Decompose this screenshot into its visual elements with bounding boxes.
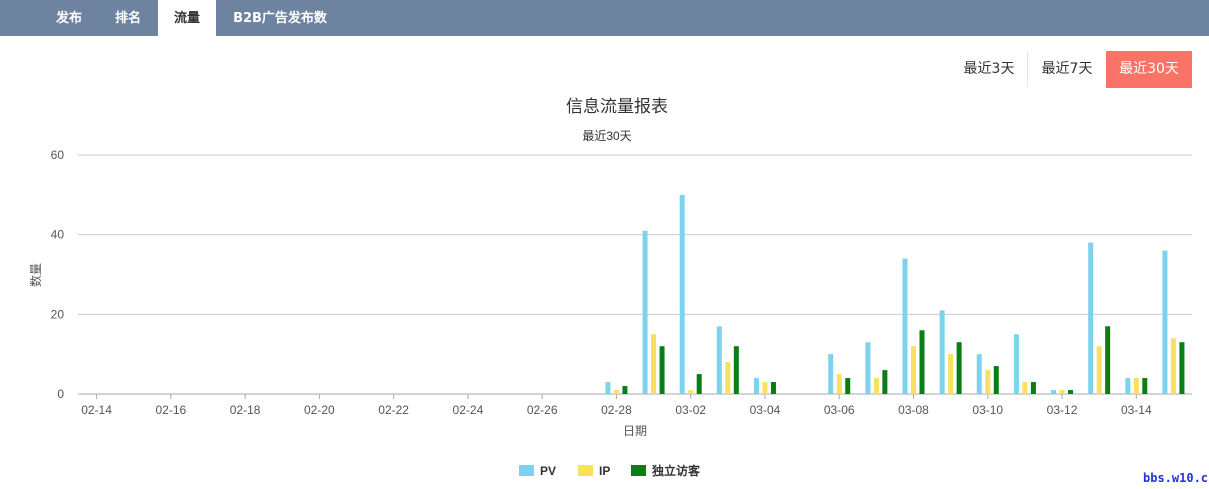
range-3-days-button[interactable]: 最近3天	[954, 51, 1024, 88]
x-tick-label: 03-04	[750, 403, 781, 417]
legend-item: 独立访客	[631, 463, 701, 478]
legend-swatch	[631, 465, 646, 476]
bar--03-11	[1030, 382, 1036, 394]
legend-swatch	[578, 465, 593, 476]
bar--03-14	[1142, 378, 1148, 394]
bar--03-06	[845, 378, 851, 394]
chart-title: 信息流量报表	[566, 97, 668, 116]
legend-label: PV	[540, 464, 556, 478]
legend-label: IP	[599, 464, 610, 478]
bar-ip-03-03	[725, 362, 731, 394]
bar--03-09	[956, 342, 962, 394]
x-tick-label: 03-12	[1047, 403, 1078, 417]
tab-traffic[interactable]: 流量	[158, 0, 216, 36]
bar-pv-03-12	[1051, 390, 1057, 394]
bar-ip-03-01	[651, 334, 657, 394]
y-tick-label: 20	[51, 307, 65, 321]
bar-ip-03-13	[1096, 346, 1102, 394]
bar-pv-03-02	[679, 194, 685, 394]
bar--02-28	[622, 386, 628, 394]
x-tick-label: 03-08	[898, 403, 929, 417]
bar-ip-03-08	[911, 346, 916, 394]
bar-ip-03-15	[1170, 338, 1176, 394]
x-tick-label: 03-14	[1121, 403, 1152, 417]
range-7-days-button[interactable]: 最近7天	[1032, 51, 1102, 88]
x-tick-label: 02-18	[230, 403, 261, 417]
legend-item: PV	[519, 464, 556, 478]
bar--03-07	[882, 370, 888, 394]
bar--03-10	[993, 366, 999, 394]
x-tick-label: 03-06	[824, 403, 855, 417]
x-tick-label: 02-22	[378, 403, 409, 417]
y-axis-label: 数量	[28, 263, 43, 287]
bar-pv-03-06	[828, 354, 834, 394]
y-tick-label: 60	[51, 148, 65, 162]
x-tick-label: 03-10	[972, 403, 1003, 417]
traffic-chart: 信息流量报表 最近30天 0 20 40 60 02-14 02-16 02-18 02-2…	[28, 97, 1192, 478]
bar-pv-03-13	[1088, 242, 1094, 394]
legend-label: 独立访客	[651, 463, 701, 478]
bar-pv-03-15	[1162, 250, 1168, 394]
watermark: bbs.w10.cn	[1143, 471, 1209, 485]
range-divider	[1027, 52, 1028, 87]
bar-pv-03-01	[642, 230, 648, 394]
y-tick-label: 40	[51, 228, 65, 242]
bar-ip-03-10	[985, 370, 991, 394]
x-tick-label: 03-02	[675, 403, 706, 417]
bar-pv-03-08	[902, 258, 908, 394]
x-tick-label: 02-14	[81, 403, 112, 417]
bar--03-08	[919, 330, 925, 394]
bar--03-03	[733, 346, 739, 394]
bar-ip-03-09	[948, 354, 954, 394]
bar-pv-03-14	[1125, 378, 1131, 394]
chart-subtitle: 最近30天	[582, 129, 631, 143]
bar-ip-03-14	[1133, 378, 1139, 394]
x-axis-label: 日期	[623, 424, 647, 438]
bar-pv-03-07	[865, 342, 871, 394]
x-tick-label: 02-26	[527, 403, 558, 417]
range-30-days-button[interactable]: 最近30天	[1106, 51, 1192, 88]
bar--03-01	[659, 346, 665, 394]
legend-swatch	[519, 465, 534, 476]
tab-publish[interactable]: 发布	[52, 0, 86, 36]
bar--03-12	[1068, 390, 1074, 394]
bar-ip-03-04	[762, 382, 768, 394]
bar-ip-03-07	[873, 378, 879, 394]
bar-pv-02-28	[605, 382, 611, 394]
tab-b2b-ad-count[interactable]: B2B广告发布数	[226, 0, 334, 36]
bar-ip-03-11	[1022, 382, 1028, 394]
x-tick-label: 02-28	[601, 403, 632, 417]
bar--03-13	[1105, 326, 1111, 394]
bar--03-04	[770, 382, 776, 394]
bar-pv-03-11	[1013, 334, 1019, 394]
bar-ip-03-12	[1059, 390, 1065, 394]
top-nav: 发布 排名 流量 B2B广告发布数	[0, 0, 1209, 36]
bar-pv-03-10	[976, 354, 982, 394]
bar-pv-03-09	[939, 310, 945, 394]
bar-pv-03-03	[716, 326, 722, 394]
x-tick-label: 02-16	[155, 403, 186, 417]
x-tick-label: 02-24	[453, 403, 484, 417]
x-tick-label: 02-20	[304, 403, 335, 417]
y-tick-label: 0	[57, 387, 64, 401]
tab-ranking[interactable]: 排名	[111, 0, 145, 36]
bar-ip-03-02	[688, 390, 694, 394]
bar-ip-03-06	[836, 374, 842, 394]
legend-item: IP	[578, 464, 610, 478]
bar-pv-03-04	[753, 378, 759, 394]
bar-ip-02-28	[613, 390, 619, 394]
bar--03-02	[696, 374, 702, 394]
bar--03-15	[1179, 342, 1185, 394]
